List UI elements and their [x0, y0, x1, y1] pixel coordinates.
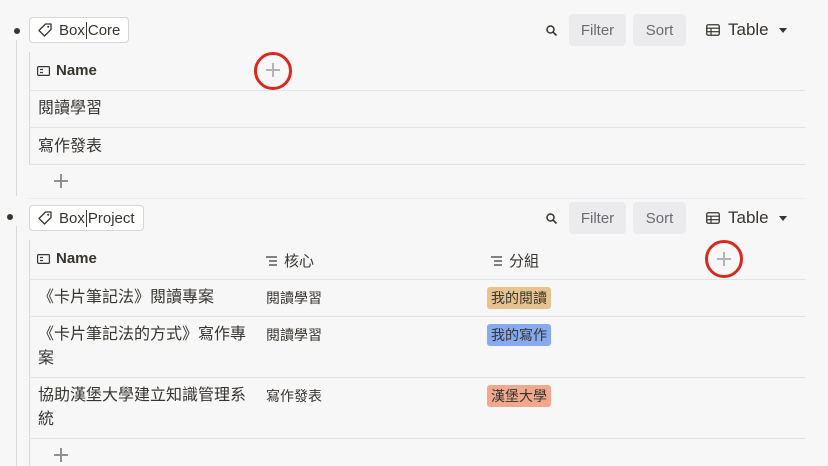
tag-icon	[37, 22, 53, 38]
column-header-label: Name	[56, 250, 97, 267]
search-icon[interactable]	[545, 24, 559, 38]
list-property-icon	[491, 255, 503, 266]
chevron-down-icon	[778, 27, 787, 33]
highlight-ring	[254, 52, 292, 90]
search-icon[interactable]	[545, 212, 559, 226]
section-bullet	[14, 28, 20, 34]
tag-suffix: Project	[87, 209, 135, 227]
row-divider	[29, 164, 805, 165]
table-left-border	[29, 52, 30, 164]
database-tag[interactable]: Box Core	[29, 17, 130, 43]
row-divider	[29, 377, 805, 378]
tag-prefix: Box	[59, 209, 85, 227]
table-row-name[interactable]: 閱讀學習	[38, 97, 102, 121]
table-row-name[interactable]: 《卡片筆記法的方式》寫作專	[38, 323, 246, 347]
row-divider	[29, 127, 805, 128]
tag-icon	[37, 210, 53, 226]
group-pill[interactable]: 我的寫作	[487, 324, 551, 346]
table-left-border	[29, 240, 30, 466]
section-guide-line	[16, 226, 17, 466]
table-icon	[706, 212, 720, 224]
column-header-name[interactable]: Name	[37, 250, 97, 267]
title-property-icon	[37, 253, 50, 264]
table-icon	[706, 24, 720, 36]
list-property-icon	[266, 255, 278, 266]
sort-button[interactable]: Sort	[633, 14, 686, 46]
sort-button[interactable]: Sort	[633, 202, 686, 234]
text-cursor	[85, 21, 87, 39]
group-pill[interactable]: 漢堡大學	[487, 385, 551, 407]
database-tag[interactable]: Box Project	[29, 205, 144, 231]
view-selector[interactable]: Table	[706, 20, 787, 40]
section-guide-line	[16, 40, 17, 196]
view-label: Table	[728, 208, 769, 227]
row-divider	[29, 279, 805, 280]
table-row-core[interactable]: 閱讀學習	[266, 323, 322, 347]
filter-button[interactable]: Filter	[569, 202, 626, 234]
view-selector[interactable]: Table	[706, 208, 787, 228]
column-header-core[interactable]: 核心	[266, 250, 314, 271]
title-property-icon	[37, 65, 50, 76]
tag-suffix: Core	[87, 21, 121, 39]
table-row-core[interactable]: 寫作發表	[266, 384, 322, 408]
row-divider	[29, 316, 805, 317]
column-header-name[interactable]: Name	[37, 62, 97, 79]
table-row-name[interactable]: 《卡片筆記法》閱讀專案	[38, 286, 214, 310]
column-header-label: Name	[56, 62, 97, 79]
chevron-down-icon	[778, 215, 787, 221]
view-label: Table	[728, 20, 769, 39]
highlight-ring	[705, 240, 743, 278]
tag-prefix: Box	[59, 21, 85, 39]
add-row-icon[interactable]	[54, 174, 68, 188]
column-header-group[interactable]: 分組	[491, 250, 539, 271]
column-header-label: 分組	[509, 253, 540, 270]
text-cursor	[85, 209, 87, 227]
table-row-name-continued: 統	[38, 411, 55, 428]
table-row-name-continued: 案	[38, 350, 55, 367]
table-row-core[interactable]: 閱讀學習	[266, 286, 322, 310]
table-row-name[interactable]: 協助漢堡大學建立知識管理系	[38, 384, 246, 408]
group-pill[interactable]: 我的閱讀	[487, 287, 551, 309]
table-row-name[interactable]: 寫作發表	[38, 135, 102, 159]
column-header-label: 核心	[284, 253, 315, 270]
section-bullet	[7, 214, 13, 220]
add-row-icon[interactable]	[54, 448, 68, 462]
section-divider	[29, 198, 805, 199]
row-divider	[29, 438, 805, 439]
row-divider	[29, 90, 805, 91]
filter-button[interactable]: Filter	[569, 14, 626, 46]
